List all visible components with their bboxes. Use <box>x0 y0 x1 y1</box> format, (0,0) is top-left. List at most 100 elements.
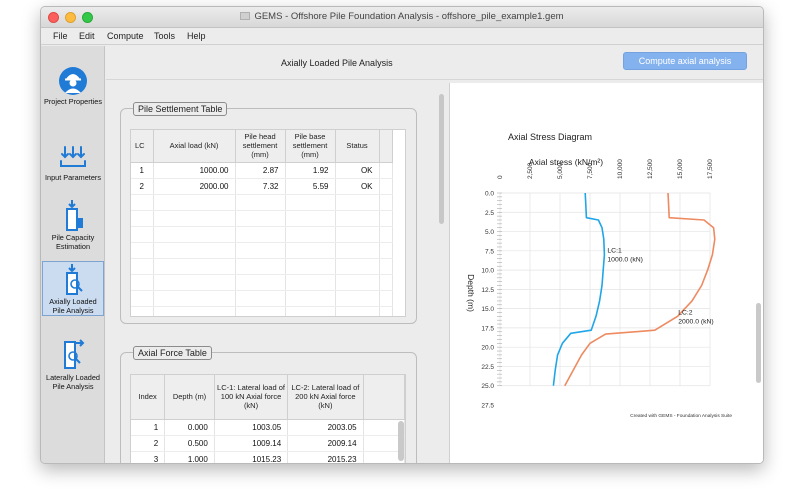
main-header: Axially Loaded Pile Analysis Compute axi… <box>106 46 763 80</box>
table-row-empty <box>131 226 393 243</box>
table-cell: 1.92 <box>285 162 336 179</box>
table-cell: 5.59 <box>285 178 336 195</box>
chart-title: Axial Stress Diagram <box>508 132 592 142</box>
y-tick-label: 7.5 <box>485 248 494 255</box>
sidebar-item-label: Laterally Loaded Pile Analysis <box>46 373 100 391</box>
chart-y-axis-label: Depth (m) <box>466 274 476 312</box>
y-tick-label: 15.0 <box>481 306 494 313</box>
settlement-group-title: Pile Settlement Table <box>133 102 228 116</box>
menu-bar: File Edit Compute Tools Help <box>41 28 763 45</box>
table-cell: 2003.05 <box>287 419 364 436</box>
table-cell: OK <box>335 178 380 195</box>
table-cell: 1 <box>131 419 166 436</box>
engineer-icon <box>59 67 87 95</box>
table-cell: OK <box>335 162 380 179</box>
x-tick-label: 10,000 <box>617 159 624 179</box>
col-header-lc[interactable]: LC <box>131 130 154 163</box>
sidebar-item-pile-capacity[interactable]: Pile Capacity Estimation <box>42 198 104 251</box>
series-annotation-lc2: LC:2 <box>678 309 693 316</box>
y-tick-label: 12.5 <box>481 287 494 294</box>
menu-edit[interactable]: Edit <box>79 31 95 41</box>
settlement-table[interactable]: LC Axial load (kN) Pile head settlement … <box>130 129 406 317</box>
axial-force-group: Axial Force Table Index Depth (m) LC-1: … <box>120 346 417 463</box>
table-cell: 1009.14 <box>214 435 289 452</box>
x-tick-label: 5,000 <box>557 162 564 179</box>
sidebar-item-axial-analysis[interactable]: Axially Loaded Pile Analysis <box>42 261 104 316</box>
table-row[interactable]: 3 1.000 1015.23 2015.23 <box>131 451 405 463</box>
chart-panel: Axial Stress Diagram Axial stress (kN/m²… <box>449 83 763 463</box>
y-tick-label: 22.5 <box>481 364 494 371</box>
axial-pile-icon <box>66 264 83 295</box>
menu-compute[interactable]: Compute <box>107 31 144 41</box>
series-annotation-lc2: 2000.0 (kN) <box>678 318 714 325</box>
pile-capacity-icon <box>66 200 83 231</box>
table-cell: 2.87 <box>235 162 286 179</box>
y-tick-label: 27.5 <box>481 403 494 410</box>
y-tick-label: 20.0 <box>481 345 494 352</box>
axial-force-table-grid: Index Depth (m) LC-1: Lateral load of 10… <box>131 375 405 463</box>
table-cell: 2 <box>131 435 166 452</box>
col-header-depth[interactable]: Depth (m) <box>164 375 215 420</box>
chart-annotations: LC:1 1000.0 (kN) LC:2 2000.0 (kN) <box>607 248 713 326</box>
y-tick-label: 5.0 <box>485 229 494 236</box>
col-header-axial-load[interactable]: Axial load (kN) <box>153 130 236 163</box>
table-cell: 7.32 <box>235 178 286 195</box>
y-tick-label: 0.0 <box>485 191 494 198</box>
col-header-base-settlement[interactable]: Pile base settlement (mm) <box>285 130 336 163</box>
window-title-wrap: GEMS - Offshore Pile Foundation Analysis… <box>41 11 763 22</box>
chart-panel-scrollbar[interactable] <box>756 303 761 383</box>
sidebar: Project Properties Input Parameters Pile <box>41 46 105 463</box>
sidebar-item-lateral-analysis[interactable]: Laterally Loaded Pile Analysis <box>42 338 104 391</box>
table-row[interactable]: 2 2000.00 7.32 5.59 OK <box>131 178 393 195</box>
page-title: Axially Loaded Pile Analysis <box>281 58 393 68</box>
settlement-group: Pile Settlement Table LC Axial load (kN)… <box>120 102 417 324</box>
x-tick-label: 12,500 <box>647 159 654 179</box>
table-cell: 1003.05 <box>214 419 289 436</box>
menu-tools[interactable]: Tools <box>154 31 175 41</box>
axial-force-table-scrollbar[interactable] <box>398 421 404 461</box>
col-header-spacer <box>379 130 393 163</box>
table-cell <box>379 178 393 195</box>
table-cell: 1015.23 <box>214 451 289 463</box>
table-row-empty <box>131 274 393 291</box>
table-cell: 2015.23 <box>287 451 364 463</box>
col-header-lc1-force[interactable]: LC-1: Lateral load of 100 kN Axial force… <box>214 375 289 420</box>
table-cell: 1.000 <box>164 451 215 463</box>
tables-panel-scrollbar-track[interactable] <box>437 84 447 463</box>
table-cell: 3 <box>131 451 166 463</box>
sidebar-item-project-properties[interactable]: Project Properties <box>42 66 104 106</box>
chart-credit: Created with GEMS - Foundation Analysis … <box>630 413 732 419</box>
chart-grid <box>499 192 711 387</box>
menu-file[interactable]: File <box>53 31 68 41</box>
sidebar-item-label: Axially Loaded Pile Analysis <box>49 297 97 315</box>
axial-stress-chart: Axial Stress Diagram Axial stress (kN/m²… <box>466 132 732 419</box>
menu-help[interactable]: Help <box>187 31 206 41</box>
sidebar-item-label: Input Parameters <box>45 173 101 182</box>
y-tick-label: 17.5 <box>481 325 494 332</box>
chart-ticks: 0 2,500 5,000 7,500 10,000 12,500 15,000 17,500… <box>481 159 714 410</box>
table-cell: 0.000 <box>164 419 215 436</box>
table-row-empty <box>131 210 393 227</box>
axial-force-table[interactable]: Index Depth (m) LC-1: Lateral load of 10… <box>130 374 406 463</box>
table-cell: 2009.14 <box>287 435 364 452</box>
table-cell: 1 <box>131 162 154 179</box>
col-header-head-settlement[interactable]: Pile head settlement (mm) <box>235 130 286 163</box>
col-header-status[interactable]: Status <box>335 130 380 163</box>
table-cell: 2 <box>131 178 154 195</box>
table-row[interactable]: 1 1000.00 2.87 1.92 OK <box>131 162 393 179</box>
sidebar-item-input-parameters[interactable]: Input Parameters <box>42 144 104 182</box>
lateral-pile-icon <box>64 339 85 369</box>
series-annotation-lc1: 1000.0 (kN) <box>607 257 643 264</box>
sidebar-item-label: Pile Capacity Estimation <box>51 233 95 251</box>
table-row-empty <box>131 194 393 211</box>
table-row[interactable]: 2 0.500 1009.14 2009.14 <box>131 435 405 452</box>
col-header-index[interactable]: Index <box>131 375 166 420</box>
axial-force-group-title: Axial Force Table <box>133 346 212 360</box>
col-header-spacer <box>363 375 405 420</box>
table-row[interactable]: 1 0.000 1003.05 2003.05 <box>131 419 405 436</box>
tables-panel-scrollbar-thumb[interactable] <box>439 94 444 224</box>
table-cell: 0.500 <box>164 435 215 452</box>
window-title: GEMS - Offshore Pile Foundation Analysis… <box>254 11 564 22</box>
col-header-lc2-force[interactable]: LC-2: Lateral load of 200 kN Axial force… <box>287 375 364 420</box>
compute-axial-analysis-button[interactable]: Compute axial analysis <box>623 52 747 70</box>
